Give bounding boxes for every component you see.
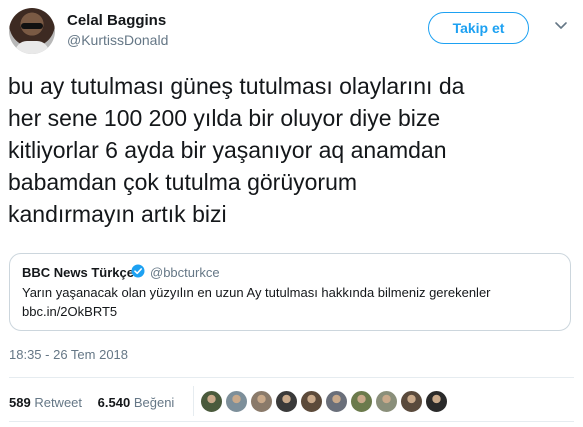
chevron-down-icon[interactable]: [554, 18, 568, 32]
like-label[interactable]: Beğeni: [134, 395, 174, 410]
author-name[interactable]: Celal Baggins: [67, 12, 166, 29]
liker-avatar[interactable]: [200, 390, 223, 413]
divider: [9, 377, 574, 378]
tweet-timestamp[interactable]: 18:35 - 26 Tem 2018: [9, 347, 128, 362]
liker-avatar[interactable]: [250, 390, 273, 413]
liker-avatar[interactable]: [375, 390, 398, 413]
tweet-stats: 589 Retweet 6.540 Beğeni: [9, 395, 174, 410]
follow-button[interactable]: Takip et: [428, 12, 529, 44]
retweet-label[interactable]: Retweet: [34, 395, 82, 410]
liker-avatar[interactable]: [425, 390, 448, 413]
liker-avatar[interactable]: [275, 390, 298, 413]
quoted-author-handle: @bbcturkce: [150, 265, 220, 280]
divider: [9, 421, 574, 422]
tweet-text: bu ay tutulması güneş tutulması olayları…: [8, 73, 465, 227]
stats-separator: [193, 386, 194, 416]
quoted-author-name: BBC News Türkçe: [22, 265, 134, 280]
like-count[interactable]: 6.540: [98, 395, 131, 410]
quoted-tweet[interactable]: BBC News Türkçe @bbcturkce Yarın yaşanac…: [9, 253, 571, 331]
liker-avatar[interactable]: [300, 390, 323, 413]
avatar-glasses: [21, 23, 43, 29]
liker-avatar[interactable]: [350, 390, 373, 413]
retweet-count[interactable]: 589: [9, 395, 31, 410]
liker-avatar[interactable]: [400, 390, 423, 413]
liker-avatar[interactable]: [325, 390, 348, 413]
author-handle[interactable]: @KurtissDonald: [67, 32, 168, 48]
avatar-shirt: [15, 41, 49, 54]
author-avatar[interactable]: [9, 8, 55, 54]
verified-badge-icon: [131, 264, 145, 278]
liker-avatar[interactable]: [225, 390, 248, 413]
quoted-link[interactable]: bbc.in/2OkBRT5: [22, 304, 117, 319]
quoted-text: Yarın yaşanacak olan yüzyılın en uzun Ay…: [22, 285, 491, 300]
